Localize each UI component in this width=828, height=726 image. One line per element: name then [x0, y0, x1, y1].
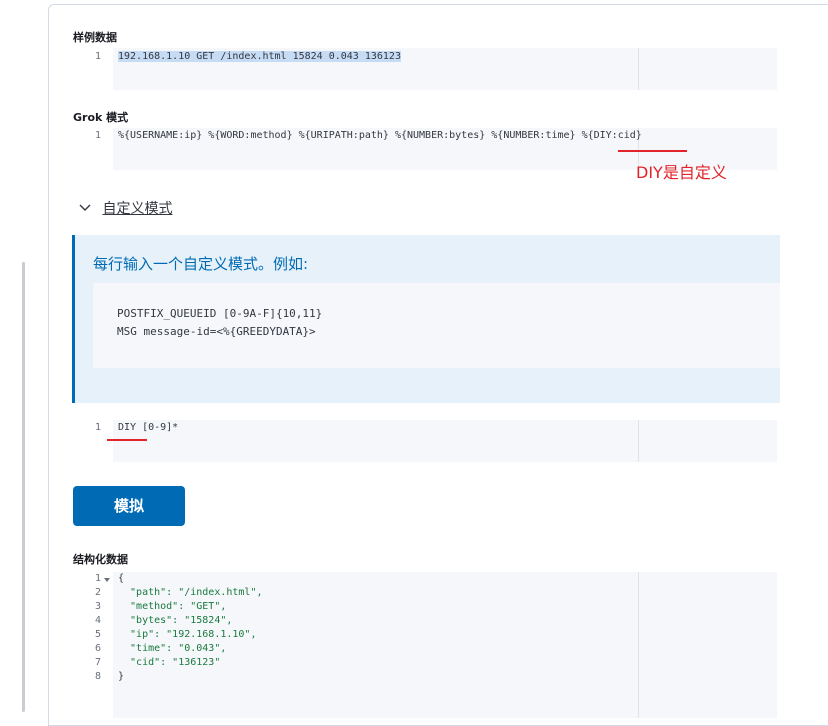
- line-number: 4: [94, 615, 101, 626]
- help-example-line: MSG message-id=<%{GREEDYDATA}>: [117, 325, 316, 338]
- annotation-underline: [107, 439, 147, 441]
- help-example-line: POSTFIX_QUEUEID [0-9A-F]{10,11}: [117, 307, 323, 320]
- grok-line-1[interactable]: %{USERNAME:ip} %{WORD:method} %{URIPATH:…: [118, 130, 642, 141]
- annotation-note: DIY是自定义: [636, 163, 727, 182]
- json-line: {: [118, 573, 125, 584]
- help-example-block: POSTFIX_QUEUEID [0-9A-F]{10,11} MSG mess…: [93, 283, 780, 368]
- simulate-button[interactable]: 模拟: [73, 486, 185, 526]
- custom-patterns-help-callout: 每行输入一个自定义模式。例如: POSTFIX_QUEUEID [0-9A-F]…: [72, 235, 780, 403]
- custom-patterns-toggle[interactable]: 自定义模式: [78, 198, 172, 218]
- line-number: 8: [94, 671, 101, 682]
- line-number: 6: [94, 643, 101, 654]
- line-number: 7: [94, 657, 101, 668]
- sample-data-editor[interactable]: 1 192.168.1.10 GET /index.html 15824 0.0…: [73, 48, 777, 90]
- print-margin: [638, 48, 639, 90]
- annotation-underline: [618, 150, 687, 152]
- sample-data-label: 样例数据: [73, 31, 117, 44]
- fold-arrow-icon[interactable]: [104, 577, 110, 583]
- print-margin: [638, 572, 639, 718]
- json-line: "method": "GET",: [118, 601, 227, 612]
- print-margin: [638, 420, 639, 462]
- line-number: 1: [94, 422, 101, 433]
- custom-patterns-toggle-label: 自定义模式: [102, 201, 173, 217]
- json-line: "path": "/index.html",: [118, 587, 263, 598]
- line-number: 1: [94, 130, 101, 141]
- chevron-down-icon: [79, 204, 91, 211]
- line-number: 2: [94, 587, 101, 598]
- page-scrollbar[interactable]: [22, 262, 25, 712]
- json-line: }: [118, 671, 125, 682]
- custom-patterns-editor[interactable]: 1 DIY [0-9]*: [73, 420, 777, 462]
- sample-line-1[interactable]: 192.168.1.10 GET /index.html 15824 0.043…: [118, 51, 401, 62]
- line-number: 3: [94, 601, 101, 612]
- json-line: "ip": "192.168.1.10",: [118, 629, 257, 640]
- line-number: 1: [94, 573, 101, 584]
- structured-data-output[interactable]: 1 2 3 4 5 6 7 8 { "path": "/index.html",…: [73, 572, 777, 718]
- custom-pattern-line-1[interactable]: DIY [0-9]*: [118, 422, 178, 433]
- grok-pattern-label: Grok 模式: [73, 111, 129, 124]
- json-line: "bytes": "15824",: [118, 615, 233, 626]
- line-number: 1: [94, 51, 101, 62]
- line-number: 5: [94, 629, 101, 640]
- json-line: "cid": "136123": [118, 657, 221, 668]
- help-callout-title: 每行输入一个自定义模式。例如:: [93, 255, 309, 273]
- structured-data-label: 结构化数据: [73, 553, 128, 566]
- json-line: "time": "0.043",: [118, 643, 227, 654]
